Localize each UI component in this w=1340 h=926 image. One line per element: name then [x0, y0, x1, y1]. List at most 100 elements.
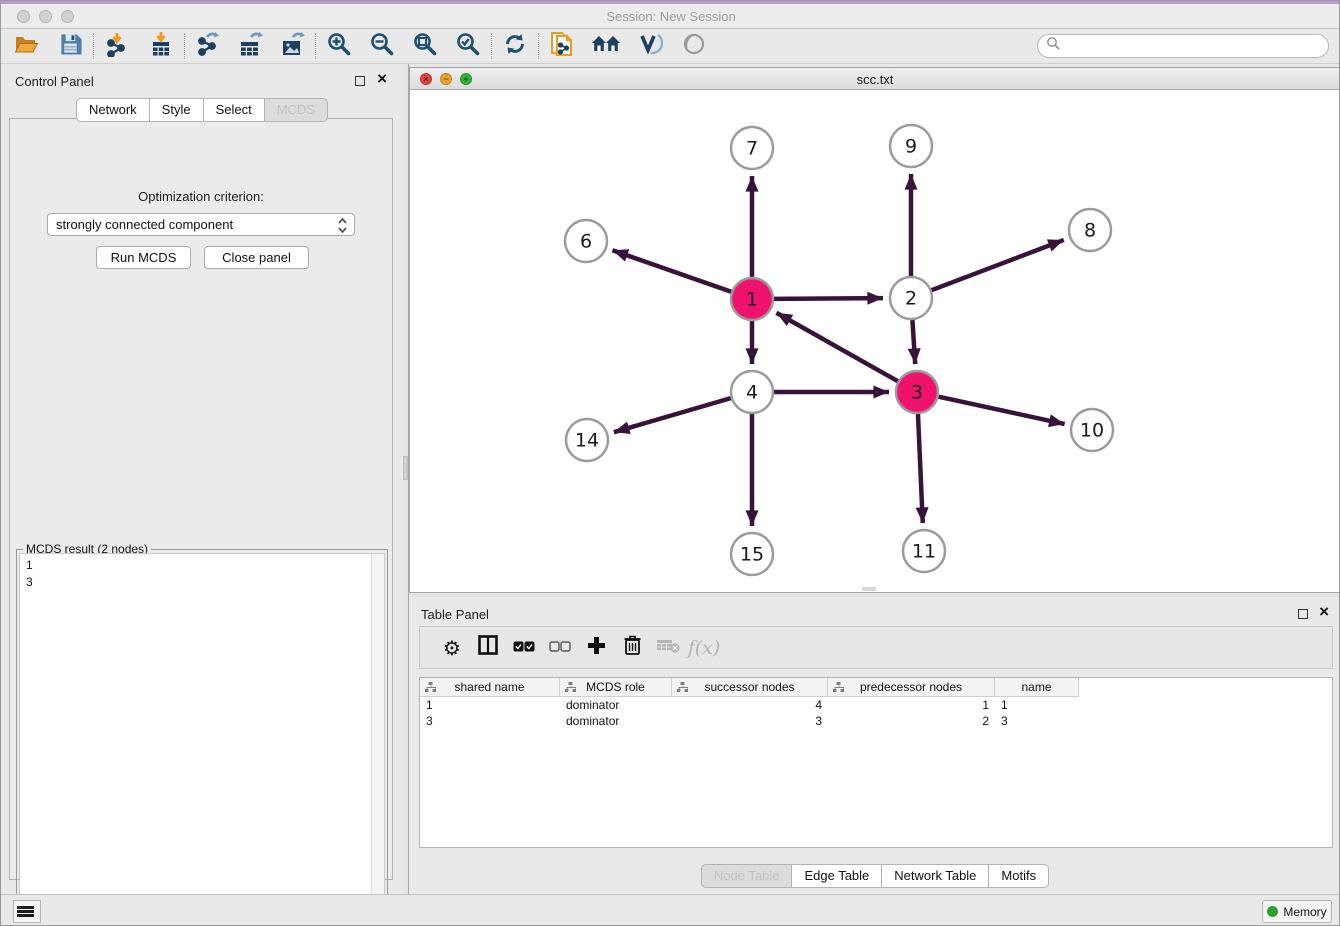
select-all-icon: [513, 639, 535, 657]
tab-network[interactable]: Network: [76, 98, 150, 122]
save-session-button[interactable]: [53, 31, 87, 61]
zoom-fit-button[interactable]: [408, 31, 442, 61]
column-header-predecessor-nodes[interactable]: predecessor nodes: [828, 678, 995, 697]
select-all-button[interactable]: [506, 633, 542, 663]
toolbar-separator: [491, 33, 492, 59]
delete-row-button[interactable]: [614, 633, 650, 663]
network-window-title: scc.txt: [410, 72, 1340, 87]
copy-network-button[interactable]: [545, 31, 579, 61]
main-toolbar: [1, 29, 1340, 64]
graph-node-label-10: 10: [1080, 420, 1104, 442]
float-table-panel-icon[interactable]: [1298, 609, 1308, 619]
network-window-titlebar[interactable]: × − + scc.txt: [410, 68, 1340, 90]
graph-edge-4-14[interactable]: [614, 398, 731, 432]
application-window: Session: New Session: [0, 0, 1340, 926]
column-label: shared name: [454, 680, 524, 694]
eye-button[interactable]: [677, 31, 711, 61]
float-panel-icon[interactable]: [355, 76, 365, 86]
export-image-button[interactable]: [275, 31, 309, 61]
function-icon: f(x): [688, 637, 721, 659]
graph-edge-1-2[interactable]: [774, 298, 883, 299]
memory-button[interactable]: Memory: [1262, 900, 1332, 923]
graph-edge-3-11[interactable]: [918, 414, 923, 523]
column-label: successor nodes: [704, 680, 794, 694]
close-panel-button[interactable]: Close panel: [204, 246, 309, 269]
tab-node-table[interactable]: Node Table: [701, 864, 793, 888]
column-type-icon: [833, 682, 844, 696]
result-scrollbar[interactable]: [371, 554, 384, 923]
zoom-in-button[interactable]: [322, 31, 356, 61]
close-panel-icon[interactable]: ×: [377, 69, 387, 89]
delete-table-button[interactable]: [650, 633, 686, 663]
toolbar-separator: [184, 33, 185, 59]
network-canvas[interactable]: 7968124314101511: [410, 90, 1340, 592]
list-icon: [21, 905, 34, 919]
add-row-button[interactable]: [578, 633, 614, 663]
table-settings-button[interactable]: ⚙: [434, 633, 470, 663]
graph-node-label-6: 6: [580, 231, 592, 253]
table-panel: Table Panel × ⚙ f(x): [409, 597, 1340, 891]
divider-grip[interactable]: [403, 456, 408, 480]
tab-motifs[interactable]: Motifs: [989, 864, 1049, 888]
zoom-selected-icon: [455, 31, 481, 62]
cell-successor-nodes: 3: [672, 713, 828, 729]
graph-node-label-11: 11: [912, 541, 936, 563]
zoom-fit-icon: [412, 31, 438, 62]
network-graph: 7968124314101511: [410, 90, 1340, 592]
network-view-window: × − + scc.txt 7968124314101511: [409, 67, 1340, 593]
tab-select[interactable]: Select: [204, 98, 265, 122]
graph-edge-1-6[interactable]: [612, 250, 731, 292]
control-panel: Control Panel × Network Style Select MCD…: [1, 64, 403, 894]
trash-icon: [624, 635, 641, 660]
graph-edge-3-1[interactable]: [776, 313, 897, 381]
search-input[interactable]: [1037, 34, 1329, 58]
table-toolbar: ⚙ f(x): [419, 626, 1333, 669]
export-table-button[interactable]: [233, 31, 267, 61]
tab-edge-table[interactable]: Edge Table: [792, 864, 882, 888]
houses-button[interactable]: [589, 31, 623, 61]
column-header-shared-name[interactable]: shared name: [420, 678, 560, 697]
apply-function-button[interactable]: f(x): [686, 633, 722, 663]
zoom-out-button[interactable]: [365, 31, 399, 61]
import-table-icon: [148, 31, 174, 62]
toolbar-separator: [538, 33, 539, 59]
tab-mcds[interactable]: MCDS: [265, 98, 328, 122]
import-network-button[interactable]: [100, 31, 134, 61]
delete-table-icon: [656, 637, 680, 658]
canvas-grip: [862, 587, 876, 591]
graph-edge-2-8[interactable]: [932, 240, 1064, 290]
result-line: 3: [26, 574, 384, 591]
gear-icon: ⚙: [443, 636, 461, 660]
v-badge-button[interactable]: [633, 31, 667, 61]
node-table: shared name MCDS role successor nodes pr…: [419, 677, 1333, 848]
graph-node-label-7: 7: [746, 138, 758, 160]
control-panel-title: Control Panel: [15, 74, 94, 89]
column-header-successor-nodes[interactable]: successor nodes: [672, 678, 828, 697]
column-header-name[interactable]: name: [995, 678, 1079, 697]
close-table-panel-icon[interactable]: ×: [1319, 602, 1329, 622]
column-header-mcds-role[interactable]: MCDS role: [560, 678, 672, 697]
tab-network-table[interactable]: Network Table: [882, 864, 989, 888]
optimization-criterion-select[interactable]: strongly connected component: [47, 213, 355, 236]
graph-edge-3-10[interactable]: [938, 397, 1064, 424]
table-row[interactable]: 1 dominator 4 1 1: [420, 697, 1332, 713]
import-table-button[interactable]: [144, 31, 178, 61]
unselect-all-button[interactable]: [542, 633, 578, 663]
graph-node-label-14: 14: [575, 430, 599, 452]
import-network-icon: [104, 31, 130, 62]
task-history-button[interactable]: [13, 900, 41, 923]
graph-edge-2-3[interactable]: [912, 320, 915, 364]
tab-style[interactable]: Style: [150, 98, 204, 122]
open-session-button[interactable]: [9, 31, 43, 61]
show-columns-button[interactable]: [470, 633, 506, 663]
refresh-icon: [503, 32, 527, 61]
zoom-out-icon: [369, 31, 395, 62]
run-mcds-button[interactable]: Run MCDS: [96, 246, 191, 269]
table-row[interactable]: 3 dominator 3 2 3: [420, 713, 1332, 729]
zoom-selected-button[interactable]: [451, 31, 485, 61]
table-panel-title: Table Panel: [421, 607, 489, 622]
mcds-result-textarea[interactable]: 1 3: [19, 553, 385, 924]
refresh-button[interactable]: [498, 31, 532, 61]
export-network-button[interactable]: [191, 31, 225, 61]
export-table-icon: [237, 31, 264, 62]
